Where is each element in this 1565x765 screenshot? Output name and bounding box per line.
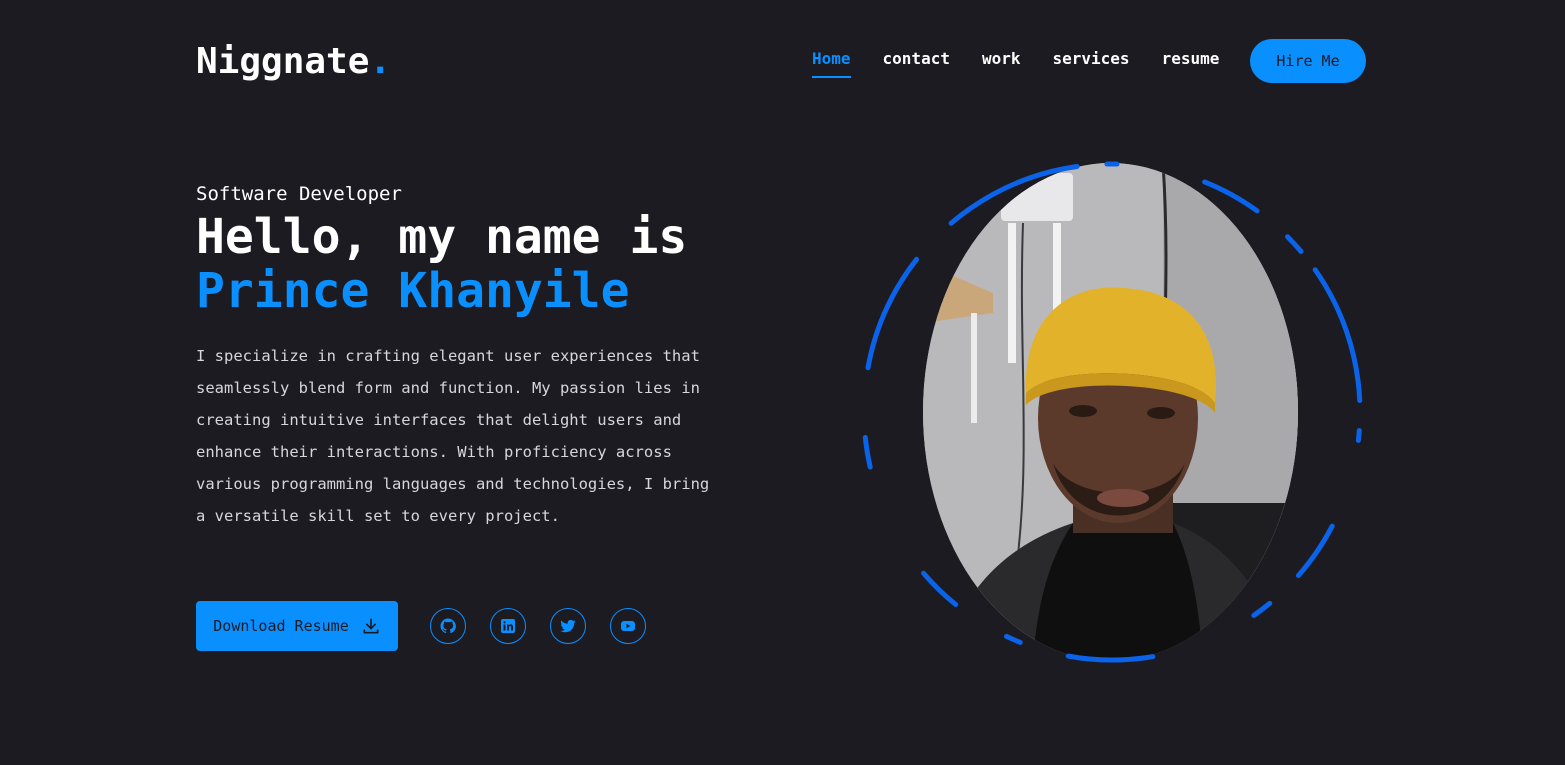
nav-resume[interactable]: resume (1162, 48, 1220, 76)
nav-home[interactable]: Home (812, 48, 851, 78)
linkedin-link[interactable] (490, 608, 526, 644)
youtube-icon (621, 621, 635, 631)
hero-greeting: Hello, my name is (196, 209, 688, 265)
twitter-link[interactable] (550, 608, 586, 644)
hero-subtitle: Software Developer (196, 183, 402, 205)
social-links (430, 608, 646, 644)
hero-headline: Hello, my name is Prince Khanyile (196, 210, 687, 318)
download-resume-button[interactable]: Download Resume (196, 601, 398, 651)
hire-me-button[interactable]: Hire Me (1250, 39, 1366, 83)
download-icon (363, 618, 379, 634)
github-link[interactable] (430, 608, 466, 644)
logo-text: Niggnate (196, 41, 370, 82)
page: Niggnate. Home contact work services res… (0, 0, 1565, 765)
linkedin-icon (501, 619, 515, 633)
download-resume-label: Download Resume (213, 617, 349, 635)
main-nav: Home contact work services resume (812, 48, 1220, 78)
twitter-icon (560, 619, 576, 633)
photo-dashed-ring (861, 161, 1363, 663)
site-logo[interactable]: Niggnate. (196, 40, 391, 84)
hero-name: Prince Khanyile (196, 263, 630, 319)
logo-dot: . (369, 41, 392, 82)
nav-services[interactable]: services (1053, 48, 1130, 76)
youtube-link[interactable] (610, 608, 646, 644)
nav-contact[interactable]: contact (883, 48, 950, 76)
profile-photo-area (858, 160, 1368, 665)
nav-work[interactable]: work (982, 48, 1021, 76)
github-icon (440, 618, 456, 634)
hero-bio: I specialize in crafting elegant user ex… (196, 347, 710, 525)
